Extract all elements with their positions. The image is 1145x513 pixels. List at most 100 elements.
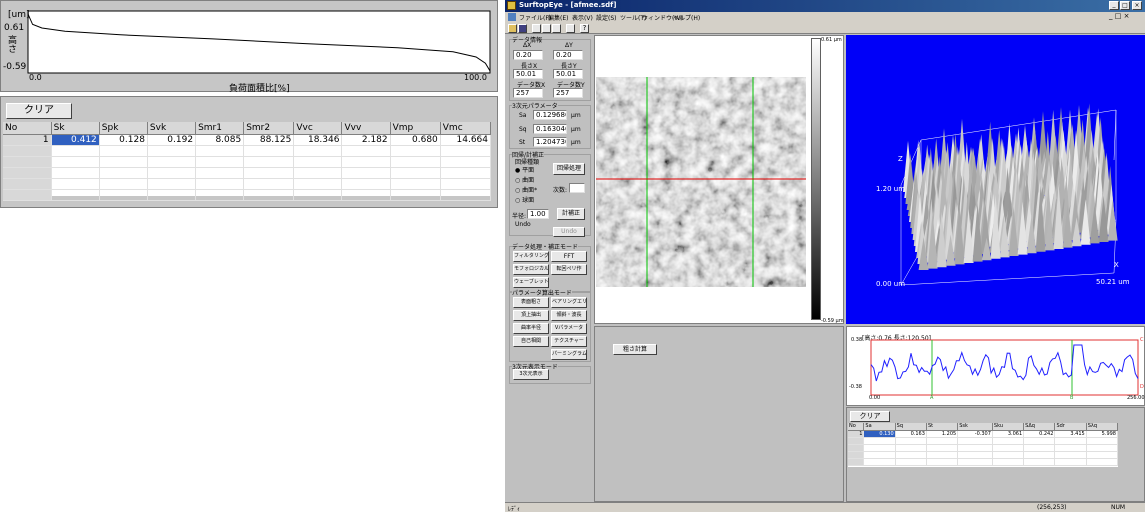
- rough-cell[interactable]: 1: [848, 430, 865, 438]
- close-button[interactable]: ×: [1132, 1, 1142, 10]
- rough-cell[interactable]: [848, 444, 865, 452]
- dx-field[interactable]: 0.20: [513, 50, 543, 60]
- table-cell[interactable]: [99, 189, 148, 201]
- table-cell[interactable]: [243, 145, 295, 157]
- param-button-1[interactable]: ベアリングエリア: [551, 297, 587, 308]
- table-cell[interactable]: [99, 178, 148, 190]
- table-cell[interactable]: [195, 167, 245, 179]
- profile-chart[interactable]: [847, 327, 1145, 407]
- table-cell[interactable]: [99, 167, 148, 179]
- table-cell[interactable]: [51, 145, 100, 157]
- rough-cell[interactable]: [1023, 437, 1056, 445]
- help-icon[interactable]: ?: [580, 24, 589, 33]
- regress-button[interactable]: 回帰処理: [553, 163, 585, 175]
- minimize-button[interactable]: _: [1109, 1, 1119, 10]
- fft-button[interactable]: FFT: [551, 251, 587, 262]
- table-cell[interactable]: [3, 189, 52, 201]
- print-icon[interactable]: [566, 24, 575, 33]
- lx-field[interactable]: 50.01: [513, 69, 543, 79]
- table-header-cell[interactable]: Smr1: [195, 122, 245, 135]
- correction-button[interactable]: 計補正: [557, 208, 585, 220]
- table-cell[interactable]: [341, 189, 391, 201]
- empty-row[interactable]: [3, 156, 492, 168]
- radio-curve[interactable]: ○ 曲面: [515, 175, 534, 184]
- table-cell[interactable]: [243, 156, 295, 168]
- empty-row[interactable]: [3, 145, 492, 157]
- table-cell[interactable]: [341, 145, 391, 157]
- rough-header-cell[interactable]: SΔq: [1023, 423, 1056, 431]
- table-cell[interactable]: [51, 156, 100, 168]
- rough-cell[interactable]: [848, 437, 865, 445]
- rough-cell[interactable]: [895, 437, 927, 445]
- table-cell[interactable]: [51, 167, 100, 179]
- mdi-controls[interactable]: _ □ ×: [1109, 12, 1129, 20]
- rough-cell[interactable]: [863, 444, 896, 452]
- rough-header-cell[interactable]: Sa: [863, 423, 896, 431]
- table-header-cell[interactable]: Vmc: [440, 122, 492, 135]
- rough-empty-row[interactable]: [848, 444, 1119, 452]
- table-cell[interactable]: [99, 156, 148, 168]
- table-header-cell[interactable]: Svk: [147, 122, 197, 135]
- rough-cell[interactable]: [1086, 437, 1119, 445]
- rough-empty-row[interactable]: [848, 437, 1119, 445]
- rough-cell[interactable]: [1023, 451, 1056, 459]
- table-cell[interactable]: [440, 145, 492, 157]
- table-header-cell[interactable]: Vmp: [390, 122, 441, 135]
- rough-cell[interactable]: 5.998: [1086, 430, 1119, 438]
- rough-cell[interactable]: [1054, 437, 1087, 445]
- table-cell[interactable]: [195, 156, 245, 168]
- param-button-4[interactable]: 曲率半径: [513, 323, 549, 334]
- table-cell[interactable]: [147, 145, 197, 157]
- rough-cell[interactable]: [957, 451, 993, 459]
- rough-header-cell[interactable]: No: [848, 423, 865, 431]
- param-button-7[interactable]: テクスチャー: [551, 336, 587, 347]
- rough-cell[interactable]: [863, 451, 896, 459]
- rough-cell[interactable]: 3.415: [1054, 430, 1087, 438]
- table-cell[interactable]: [390, 167, 441, 179]
- radio-plane[interactable]: ● 平面: [515, 165, 534, 174]
- measure-button[interactable]: 粗さ計算: [613, 344, 657, 355]
- cut-icon[interactable]: [532, 24, 541, 33]
- nx-field[interactable]: 257: [513, 88, 543, 98]
- table-cell[interactable]: [147, 156, 197, 168]
- rough-cell[interactable]: [1023, 444, 1056, 452]
- rough-cell[interactable]: [1086, 444, 1119, 452]
- save-icon[interactable]: [518, 24, 527, 33]
- table-cell[interactable]: 8.085: [195, 134, 245, 146]
- table-cell[interactable]: [390, 189, 441, 201]
- table-row[interactable]: 1 0.412 0.128 0.192 8.085 88.125 18.346 2.182 0.…: [3, 134, 492, 146]
- table-cell[interactable]: [293, 178, 343, 190]
- param-button-6[interactable]: 自己相関: [513, 336, 549, 347]
- radio-curve-star[interactable]: ○ 曲面*: [515, 185, 537, 194]
- rough-cell[interactable]: [926, 444, 959, 452]
- st-field[interactable]: 1.204730: [533, 137, 567, 147]
- table-cell[interactable]: [293, 189, 343, 201]
- rough-cell[interactable]: [957, 458, 993, 466]
- rough-cell[interactable]: 0.163: [895, 430, 927, 438]
- rough-row[interactable]: 1 0.130 0.163 1.205 -0.307 3.061 0.242 3.415 5.9…: [848, 430, 1119, 438]
- table-cell[interactable]: [293, 156, 343, 168]
- rough-cell[interactable]: [863, 437, 896, 445]
- rough-cell[interactable]: [1023, 458, 1056, 466]
- table-cell[interactable]: [3, 156, 52, 168]
- rough-cell[interactable]: [1054, 451, 1087, 459]
- param-button-0[interactable]: 表面粗さ: [513, 297, 549, 308]
- surface-image[interactable]: [596, 77, 806, 287]
- table-cell[interactable]: [3, 178, 52, 190]
- rough-header-cell[interactable]: Sλq: [1086, 423, 1119, 431]
- table-cell[interactable]: 0.412: [51, 134, 100, 146]
- rough-cell[interactable]: [957, 437, 993, 445]
- paste-icon[interactable]: [552, 24, 561, 33]
- rough-empty-row[interactable]: [848, 451, 1119, 459]
- rotate-button[interactable]: 転回ペリ作: [551, 264, 587, 275]
- rough-header-cell[interactable]: Sku: [992, 423, 1025, 431]
- rough-cell[interactable]: [1054, 444, 1087, 452]
- sa-field[interactable]: 0.129686: [533, 110, 567, 120]
- table-header-cell[interactable]: No: [3, 122, 52, 135]
- sq-field[interactable]: 0.163046: [533, 124, 567, 134]
- table-header-cell[interactable]: Vvv: [341, 122, 391, 135]
- rough-header-cell[interactable]: Sq: [895, 423, 927, 431]
- undo-button[interactable]: Undo: [553, 227, 585, 237]
- rough-cell[interactable]: [992, 437, 1025, 445]
- radio-sphere[interactable]: ○ 球面: [515, 195, 534, 204]
